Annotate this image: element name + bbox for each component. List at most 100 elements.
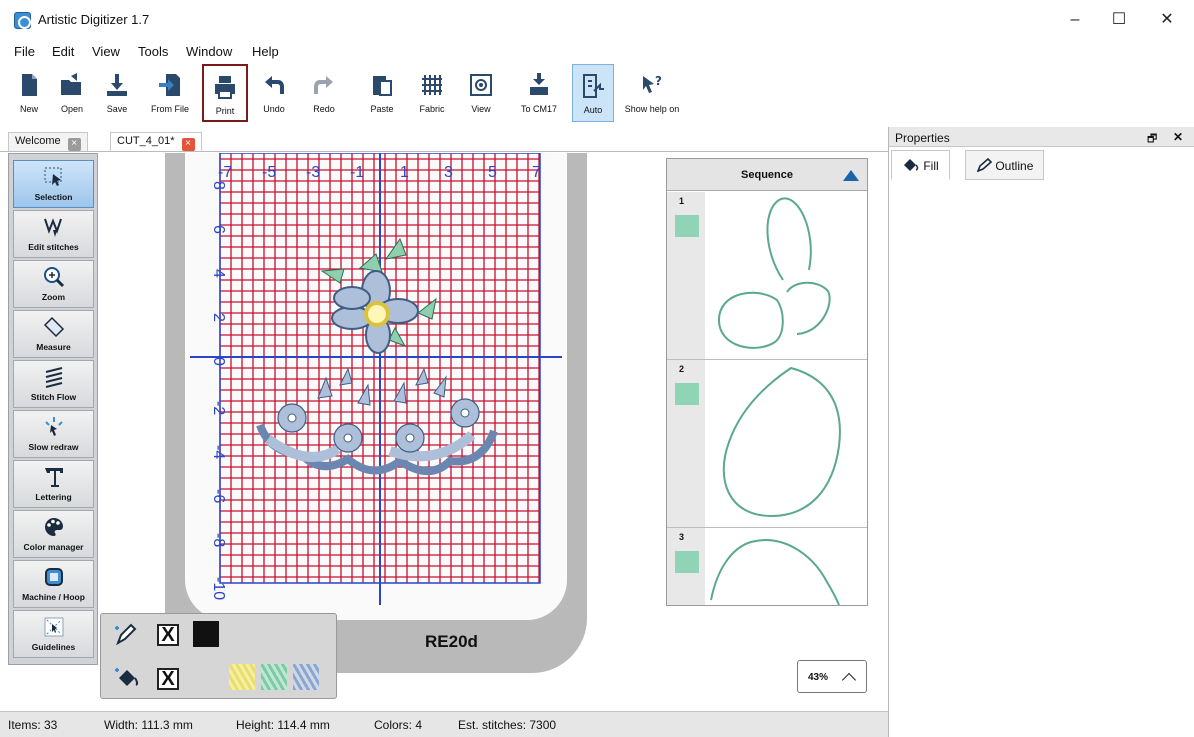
tab-cut-4-01[interactable]: CUT_4_01* × <box>110 132 202 151</box>
x-tick-label: 1 <box>400 164 409 181</box>
close-button[interactable]: ✕ <box>1150 8 1184 32</box>
tool-measure[interactable]: Measure <box>13 310 94 358</box>
view-eye-icon <box>470 74 492 96</box>
menu-file[interactable]: File <box>14 44 35 59</box>
tool-zoom[interactable]: Zoom <box>13 260 94 308</box>
open-button[interactable]: Open <box>50 64 94 122</box>
x-tick-label: 3 <box>444 164 453 181</box>
y-tick-label: 2 <box>210 313 227 322</box>
outline-none-checkbox[interactable]: X <box>157 624 179 646</box>
zoom-value: 43% <box>808 672 829 683</box>
view-button[interactable]: View <box>460 64 502 122</box>
from-file-label: From File <box>151 104 189 114</box>
sequence-number: 3 <box>679 532 685 542</box>
tab-close-icon[interactable]: × <box>181 138 195 151</box>
paste-button[interactable]: Paste <box>362 64 402 122</box>
tool-lettering[interactable]: Lettering <box>13 460 94 508</box>
zoom-control[interactable]: 43% <box>797 660 867 693</box>
sequence-item[interactable]: 1 <box>667 192 867 360</box>
tab-cut-label: CUT_4_01* <box>117 135 175 147</box>
tool-lettering-label: Lettering <box>35 492 72 502</box>
help-label: Show help on <box>624 104 680 114</box>
undo-icon <box>265 76 284 94</box>
svg-text:?: ? <box>655 74 662 88</box>
from-file-button[interactable]: From File <box>144 64 196 122</box>
menu-tools[interactable]: Tools <box>138 44 168 59</box>
menu-view[interactable]: View <box>92 44 120 59</box>
thread-swatch-yellow[interactable] <box>229 664 255 690</box>
tool-edit-stitches[interactable]: Edit stitches <box>13 210 94 258</box>
print-button[interactable]: Print <box>202 64 248 122</box>
tab-fill-label: Fill <box>923 159 939 173</box>
redo-button[interactable]: Redo <box>304 64 344 122</box>
undo-button[interactable]: Undo <box>254 64 294 122</box>
import-file-icon <box>159 74 180 96</box>
fabric-icon <box>422 75 442 95</box>
maximize-button[interactable]: ☐ <box>1102 8 1136 32</box>
outline-color-swatch[interactable] <box>193 621 219 647</box>
thread-swatch-blue[interactable] <box>293 664 319 690</box>
fill-bucket-icon <box>904 159 919 171</box>
tool-selection[interactable]: Selection <box>13 160 94 208</box>
properties-title: Properties <box>895 131 950 145</box>
help-button[interactable]: ? Show help on <box>620 64 684 122</box>
tool-stitch-flow[interactable]: Stitch Flow <box>13 360 94 408</box>
sequence-item[interactable]: 3 <box>667 528 867 605</box>
fill-none-checkbox[interactable]: X <box>157 668 179 690</box>
design-grid[interactable]: -7 -5 -3 -1 1 3 5 7 8 6 4 2 0 -2 -4 -6 -… <box>190 153 570 608</box>
fabric-button[interactable]: Fabric <box>412 64 452 122</box>
embroidery-design[interactable] <box>256 237 498 475</box>
new-button[interactable]: New <box>10 64 48 122</box>
sequence-thumbnail <box>722 366 841 518</box>
x-tick-label: -1 <box>350 164 364 181</box>
toolbar: New Open Save From File Print Undo Redo … <box>0 64 890 126</box>
window-title: Artistic Digitizer 1.7 <box>38 12 150 27</box>
close-panel-icon[interactable]: ✕ <box>1173 130 1183 144</box>
redo-label: Redo <box>313 104 335 114</box>
help-cursor-icon: ? <box>643 74 662 93</box>
stitch-flow-icon <box>45 367 62 388</box>
new-file-icon <box>22 74 37 96</box>
tab-close-icon[interactable]: × <box>67 138 81 151</box>
sequence-header: Sequence <box>667 159 867 191</box>
tool-guidelines[interactable]: Guidelines <box>13 610 94 658</box>
tool-panel: Selection Edit stitches Zoom Measure Sti… <box>8 153 98 665</box>
sequence-thumbnail <box>717 197 831 349</box>
tool-slow-redraw[interactable]: Slow redraw <box>13 410 94 458</box>
float-window-icon[interactable]: 🗗 <box>1147 130 1157 149</box>
y-tick-label: 6 <box>210 225 227 234</box>
lettering-icon <box>44 468 63 487</box>
tab-fill[interactable]: Fill <box>891 150 950 180</box>
chevron-up-icon[interactable] <box>841 672 857 688</box>
outline-pen-icon <box>976 157 993 173</box>
collapse-up-icon[interactable] <box>843 170 859 181</box>
thread-swatch-green[interactable] <box>261 664 287 690</box>
open-label: Open <box>60 104 84 114</box>
tab-welcome[interactable]: Welcome × <box>8 132 88 151</box>
menu-window[interactable]: Window <box>186 44 232 59</box>
save-icon <box>107 74 127 96</box>
menu-help[interactable]: Help <box>252 44 279 59</box>
sequence-number: 1 <box>679 196 685 206</box>
auto-button[interactable]: Auto <box>572 64 614 122</box>
minimize-button[interactable]: – <box>1058 8 1092 32</box>
y-tick-label: -4 <box>210 445 227 459</box>
tool-machine-hoop[interactable]: Machine / Hoop <box>13 560 94 608</box>
save-button[interactable]: Save <box>98 64 136 122</box>
tab-outline[interactable]: Outline <box>965 150 1045 180</box>
tool-slow-redraw-label: Slow redraw <box>28 442 79 452</box>
palette-icon <box>44 517 63 536</box>
fill-bucket-icon[interactable] <box>113 666 139 692</box>
sequence-item[interactable]: 2 <box>667 360 867 528</box>
to-cm-button[interactable]: To CM17 <box>510 64 568 122</box>
thread-swatch[interactable] <box>675 215 699 237</box>
tool-measure-label: Measure <box>36 342 71 352</box>
outline-pen-icon[interactable] <box>113 622 139 648</box>
zoom-icon <box>43 267 64 288</box>
thread-swatch[interactable] <box>675 383 699 405</box>
tool-color-manager[interactable]: Color manager <box>13 510 94 558</box>
print-label: Print <box>215 106 235 116</box>
status-items: Items: 33 <box>8 718 58 732</box>
thread-swatch[interactable] <box>675 551 699 573</box>
menu-edit[interactable]: Edit <box>52 44 74 59</box>
